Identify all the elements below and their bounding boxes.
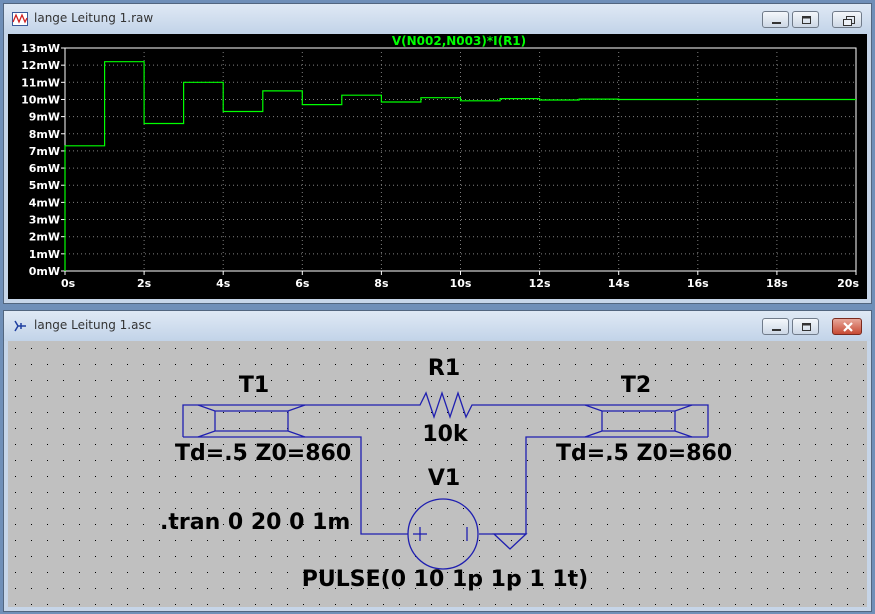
x-tick-label: 12s bbox=[529, 277, 551, 290]
x-tick-label: 6s bbox=[295, 277, 310, 290]
x-tick-label: 16s bbox=[687, 277, 709, 290]
maximize-button[interactable] bbox=[792, 11, 819, 28]
r1-name[interactable]: R1 bbox=[428, 356, 460, 381]
maximize-icon bbox=[802, 323, 811, 331]
y-tick-label: 0mW bbox=[29, 265, 60, 278]
y-tick-label: 4mW bbox=[29, 196, 60, 209]
waveform-app-icon bbox=[12, 12, 28, 26]
y-tick-label: 7mW bbox=[29, 145, 60, 158]
y-tick-label: 10mW bbox=[21, 93, 60, 106]
waveform-plot[interactable]: 0mW 1mW 2mW 3mW 4mW 5mW 6mW 7mW 8mW 9mW 10mW 11mW 12… bbox=[8, 34, 869, 301]
trace-label[interactable]: V(N002,N003)*I(R1) bbox=[392, 34, 526, 48]
restore-button[interactable] bbox=[832, 11, 862, 28]
v1-value[interactable]: PULSE(0 10 1p 1p 1 1t) bbox=[302, 567, 588, 592]
y-tick-label: 11mW bbox=[21, 76, 60, 89]
y-tick-label: 8mW bbox=[29, 128, 60, 141]
close-button[interactable] bbox=[832, 318, 862, 335]
x-tick-label: 10s bbox=[450, 277, 472, 290]
schematic-app-icon bbox=[14, 320, 26, 332]
v1-name[interactable]: V1 bbox=[428, 466, 460, 491]
spice-directive[interactable]: .tran 0 20 0 1m bbox=[160, 510, 350, 535]
series-line bbox=[64, 61, 856, 271]
waveform-titlebar[interactable]: lange Leitung 1.raw bbox=[4, 4, 871, 34]
schematic-window: lange Leitung 1.asc T1 Td=.5 Z0=860 R1 1… bbox=[3, 310, 872, 612]
minimize-icon bbox=[772, 329, 781, 331]
close-icon bbox=[843, 322, 853, 332]
y-tick-label: 3mW bbox=[29, 214, 60, 227]
maximize-icon bbox=[802, 16, 811, 24]
waveform-window-title: lange Leitung 1.raw bbox=[34, 11, 154, 25]
x-tick-label: 8s bbox=[374, 277, 389, 290]
y-tick-label: 6mW bbox=[29, 162, 60, 175]
t2-name[interactable]: T2 bbox=[621, 373, 651, 398]
t1-name[interactable]: T1 bbox=[239, 373, 269, 398]
r1-value[interactable]: 10k bbox=[422, 422, 469, 447]
x-tick-label: 18s bbox=[766, 277, 788, 290]
maximize-button[interactable] bbox=[792, 318, 819, 335]
waveform-plot-area[interactable]: 0mW 1mW 2mW 3mW 4mW 5mW 6mW 7mW 8mW 9mW 10mW 11mW 12… bbox=[8, 34, 867, 299]
minimize-button[interactable] bbox=[762, 318, 789, 335]
y-tick-label: 1mW bbox=[29, 248, 60, 261]
y-tick-label: 13mW bbox=[21, 42, 60, 55]
y-tick-label: 2mW bbox=[29, 231, 60, 244]
plot-frame bbox=[64, 47, 857, 272]
restore-icon bbox=[843, 16, 855, 26]
y-tick-label: 9mW bbox=[29, 111, 60, 124]
waveform-window: lange Leitung 1.raw 0mW 1mW 2mW 3mW 4mW 5mW 6m… bbox=[3, 3, 872, 304]
schematic-window-title: lange Leitung 1.asc bbox=[34, 318, 152, 332]
schematic-titlebar[interactable]: lange Leitung 1.asc bbox=[4, 311, 871, 341]
x-tick-label: 2s bbox=[137, 277, 152, 290]
y-tick-label: 12mW bbox=[21, 59, 60, 72]
x-tick-label: 20s bbox=[837, 277, 859, 290]
x-tick-label: 4s bbox=[216, 277, 231, 290]
schematic-canvas[interactable]: T1 Td=.5 Z0=860 R1 10k T2 Td=.5 Z0=860 V… bbox=[8, 341, 869, 609]
minimize-button[interactable] bbox=[762, 11, 789, 28]
t1-params[interactable]: Td=.5 Z0=860 bbox=[175, 441, 351, 466]
y-tick-label: 5mW bbox=[29, 179, 60, 192]
minimize-icon bbox=[772, 22, 781, 24]
x-tick-label: 14s bbox=[608, 277, 630, 290]
x-tick-label: 0s bbox=[61, 277, 76, 290]
schematic-drawing[interactable]: T1 Td=.5 Z0=860 R1 10k T2 Td=.5 Z0=860 V… bbox=[8, 341, 869, 609]
t2-params[interactable]: Td=.5 Z0=860 bbox=[556, 441, 732, 466]
